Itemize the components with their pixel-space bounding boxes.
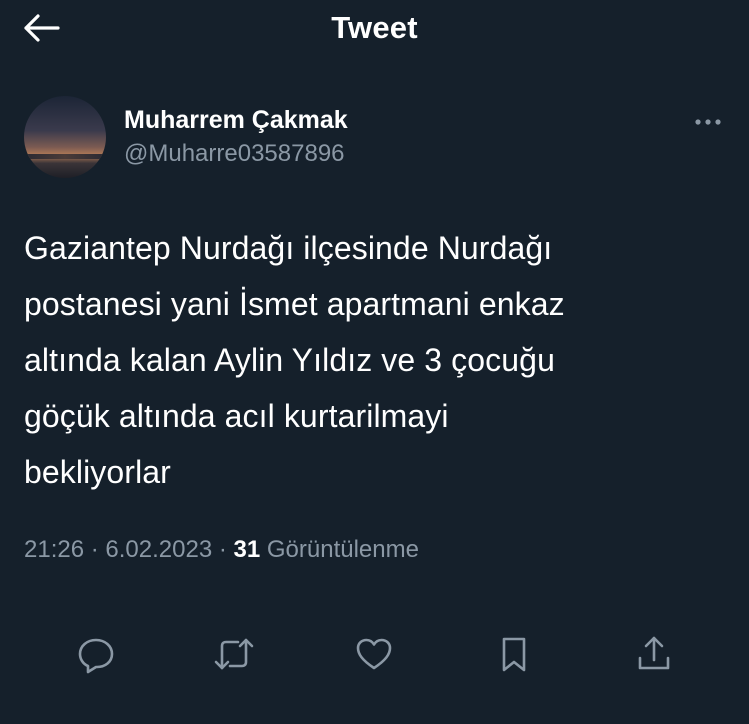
views-count: 31 xyxy=(233,536,261,563)
author-handle[interactable]: @Muharre03587896 xyxy=(124,140,345,168)
retweet-button[interactable] xyxy=(212,630,256,678)
meta-separator: · xyxy=(212,536,234,563)
tweet-text-line: altında kalan Aylin Yıldız ve 3 çocuğu xyxy=(24,342,555,378)
bookmark-icon xyxy=(502,637,526,672)
meta-separator: · xyxy=(84,536,106,563)
tweet-text-line: Gaziantep Nurdağı ilçesinde Nurdağı xyxy=(24,230,553,266)
tweet-text-line: göçük altında acıl kurtarilmayi xyxy=(24,398,449,434)
share-icon xyxy=(638,636,670,670)
views-label: Görüntülenme xyxy=(266,536,419,563)
reply-button[interactable] xyxy=(74,630,118,678)
share-button[interactable] xyxy=(632,630,676,678)
avatar-horizon xyxy=(24,154,106,159)
reply-icon xyxy=(78,638,114,674)
top-bar: Tweet xyxy=(0,0,749,64)
bookmark-button[interactable] xyxy=(492,630,536,678)
retweet-icon xyxy=(214,638,254,670)
tweet-page: Tweet Muharrem Çakmak @Muharre03587896 G… xyxy=(0,0,749,724)
like-button[interactable] xyxy=(352,630,396,678)
author-display-name[interactable]: Muharrem Çakmak xyxy=(124,106,348,135)
tweet-time[interactable]: 21:26 xyxy=(24,536,84,563)
avatar[interactable] xyxy=(24,96,106,178)
tweet-text-line: bekliyorlar xyxy=(24,454,171,490)
more-options-button[interactable] xyxy=(692,110,724,134)
more-icon xyxy=(695,119,721,125)
page-title: Tweet xyxy=(331,10,418,45)
like-icon xyxy=(356,638,392,670)
tweet-text: Gaziantep Nurdağı ilçesinde Nurdağı post… xyxy=(24,220,724,500)
tweet-meta: 21:26 · 6.02.2023 · 31 Görüntülenme xyxy=(24,536,419,564)
tweet-actions xyxy=(0,630,749,682)
tweet-text-line: postanesi yani İsmet apartmani enkaz xyxy=(24,286,565,322)
tweet-date[interactable]: 6.02.2023 xyxy=(105,536,212,563)
